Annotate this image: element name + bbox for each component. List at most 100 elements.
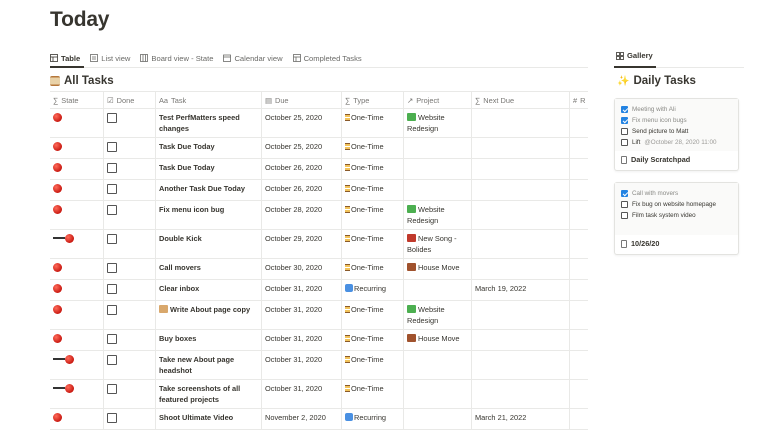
cell-due[interactable]: October 29, 2020 (262, 230, 342, 258)
tab-table[interactable]: Table (50, 51, 80, 65)
cell-type[interactable]: Recurring (342, 409, 404, 429)
cell-state[interactable] (50, 159, 104, 179)
cell-state[interactable] (50, 380, 104, 408)
cell-type[interactable]: One-Time (342, 201, 404, 229)
cell-task[interactable]: Shoot Ultimate Video (156, 409, 262, 429)
cell-state[interactable] (50, 230, 104, 258)
cell-task[interactable]: Call movers (156, 259, 262, 279)
checklist-checkbox[interactable] (621, 106, 628, 113)
checklist-checkbox[interactable] (621, 201, 628, 208)
column-header-due[interactable]: ▤ Due (262, 92, 342, 108)
cell-r[interactable] (570, 409, 588, 429)
cell-state[interactable] (50, 301, 104, 329)
done-checkbox[interactable] (107, 334, 117, 344)
done-checkbox[interactable] (107, 413, 117, 423)
cell-next-due[interactable] (472, 138, 570, 158)
cell-project[interactable]: Website Redesign (404, 109, 472, 137)
cell-project[interactable] (404, 409, 472, 429)
cell-r[interactable] (570, 159, 588, 179)
cell-type[interactable]: Recurring (342, 280, 404, 300)
cell-task[interactable]: Write About page copy (156, 301, 262, 329)
done-checkbox[interactable] (107, 284, 117, 294)
column-header-done[interactable]: ☑ Done (104, 92, 156, 108)
cell-state[interactable] (50, 180, 104, 200)
table-row[interactable]: Write About page copy October 31, 2020 One… (50, 301, 588, 330)
cell-due[interactable]: October 31, 2020 (262, 301, 342, 329)
cell-next-due[interactable] (472, 259, 570, 279)
project-link[interactable]: House Move (418, 263, 460, 272)
cell-r[interactable] (570, 351, 588, 379)
checklist-item[interactable]: Fix menu icon bugs (621, 115, 732, 126)
column-header-type[interactable]: ∑ Type (342, 92, 404, 108)
column-header-project[interactable]: ↗ Project (404, 92, 472, 108)
cell-next-due[interactable] (472, 201, 570, 229)
cell-r[interactable] (570, 259, 588, 279)
checklist-item[interactable]: Lift @October 28, 2020 11:00 (621, 137, 732, 148)
cell-next-due[interactable] (472, 109, 570, 137)
cell-next-due[interactable]: March 19, 2022 (472, 280, 570, 300)
cell-due[interactable]: October 31, 2020 (262, 351, 342, 379)
project-link[interactable]: House Move (418, 334, 460, 343)
table-row[interactable]: Double Kick October 29, 2020 One-Time New S… (50, 230, 588, 259)
gallery-card-10-26-20[interactable]: Call with movers Fix bug on website homep… (614, 182, 739, 255)
done-checkbox[interactable] (107, 205, 117, 215)
cell-done[interactable] (104, 280, 156, 300)
cell-state[interactable] (50, 109, 104, 137)
cell-project[interactable] (404, 180, 472, 200)
cell-r[interactable] (570, 380, 588, 408)
cell-due[interactable]: October 31, 2020 (262, 380, 342, 408)
table-row[interactable]: Buy boxes October 31, 2020 One-Time House M… (50, 330, 588, 351)
tab-completed-tasks[interactable]: Completed Tasks (292, 51, 362, 65)
table-row[interactable]: Clear inbox October 31, 2020 Recurring Marc… (50, 280, 588, 301)
column-header-next-due[interactable]: ∑ Next Due (472, 92, 570, 108)
cell-type[interactable]: One-Time (342, 351, 404, 379)
cell-project[interactable]: New Song - Bolides (404, 230, 472, 258)
cell-task[interactable]: Buy boxes (156, 330, 262, 350)
cell-task[interactable]: Double Kick (156, 230, 262, 258)
cell-done[interactable] (104, 380, 156, 408)
done-checkbox[interactable] (107, 384, 117, 394)
cell-state[interactable] (50, 351, 104, 379)
cell-done[interactable] (104, 159, 156, 179)
cell-next-due[interactable] (472, 301, 570, 329)
cell-task[interactable]: Task Due Today (156, 159, 262, 179)
cell-due[interactable]: October 28, 2020 (262, 201, 342, 229)
cell-type[interactable]: One-Time (342, 180, 404, 200)
done-checkbox[interactable] (107, 263, 117, 273)
column-header-task[interactable]: Aa Task (156, 92, 262, 108)
tab-gallery[interactable]: Gallery (616, 51, 653, 60)
table-row[interactable]: Task Due Today October 25, 2020 One-Time (50, 138, 588, 159)
cell-task[interactable]: Another Task Due Today (156, 180, 262, 200)
cell-due[interactable]: November 2, 2020 (262, 409, 342, 429)
cell-due[interactable]: October 25, 2020 (262, 138, 342, 158)
cell-task[interactable]: Task Due Today (156, 138, 262, 158)
cell-type[interactable]: One-Time (342, 330, 404, 350)
done-checkbox[interactable] (107, 163, 117, 173)
done-checkbox[interactable] (107, 184, 117, 194)
cell-project[interactable]: House Move (404, 259, 472, 279)
tab-board-view[interactable]: Board view - State (140, 51, 213, 65)
checklist-item[interactable]: Fix bug on website homepage (621, 199, 732, 210)
checklist-item[interactable]: Call with movers (621, 188, 732, 199)
cell-project[interactable] (404, 138, 472, 158)
cell-due[interactable]: October 26, 2020 (262, 180, 342, 200)
cell-project[interactable] (404, 380, 472, 408)
checklist-checkbox[interactable] (621, 128, 628, 135)
mention-date[interactable]: @October 28, 2020 11:00 (644, 139, 716, 146)
cell-due[interactable]: October 30, 2020 (262, 259, 342, 279)
cell-r[interactable] (570, 301, 588, 329)
cell-due[interactable]: October 31, 2020 (262, 330, 342, 350)
done-checkbox[interactable] (107, 234, 117, 244)
cell-done[interactable] (104, 109, 156, 137)
table-row[interactable]: Test PerfMatters speed changes October 25… (50, 109, 588, 138)
table-row[interactable]: Shoot Ultimate Video November 2, 2020 Recu… (50, 409, 588, 430)
cell-r[interactable] (570, 180, 588, 200)
checklist-checkbox[interactable] (621, 117, 628, 124)
table-row[interactable]: Task Due Today October 26, 2020 One-Time (50, 159, 588, 180)
cell-done[interactable] (104, 351, 156, 379)
cell-type[interactable]: One-Time (342, 138, 404, 158)
done-checkbox[interactable] (107, 305, 117, 315)
done-checkbox[interactable] (107, 355, 117, 365)
cell-task[interactable]: Test PerfMatters speed changes (156, 109, 262, 137)
cell-next-due[interactable] (472, 351, 570, 379)
